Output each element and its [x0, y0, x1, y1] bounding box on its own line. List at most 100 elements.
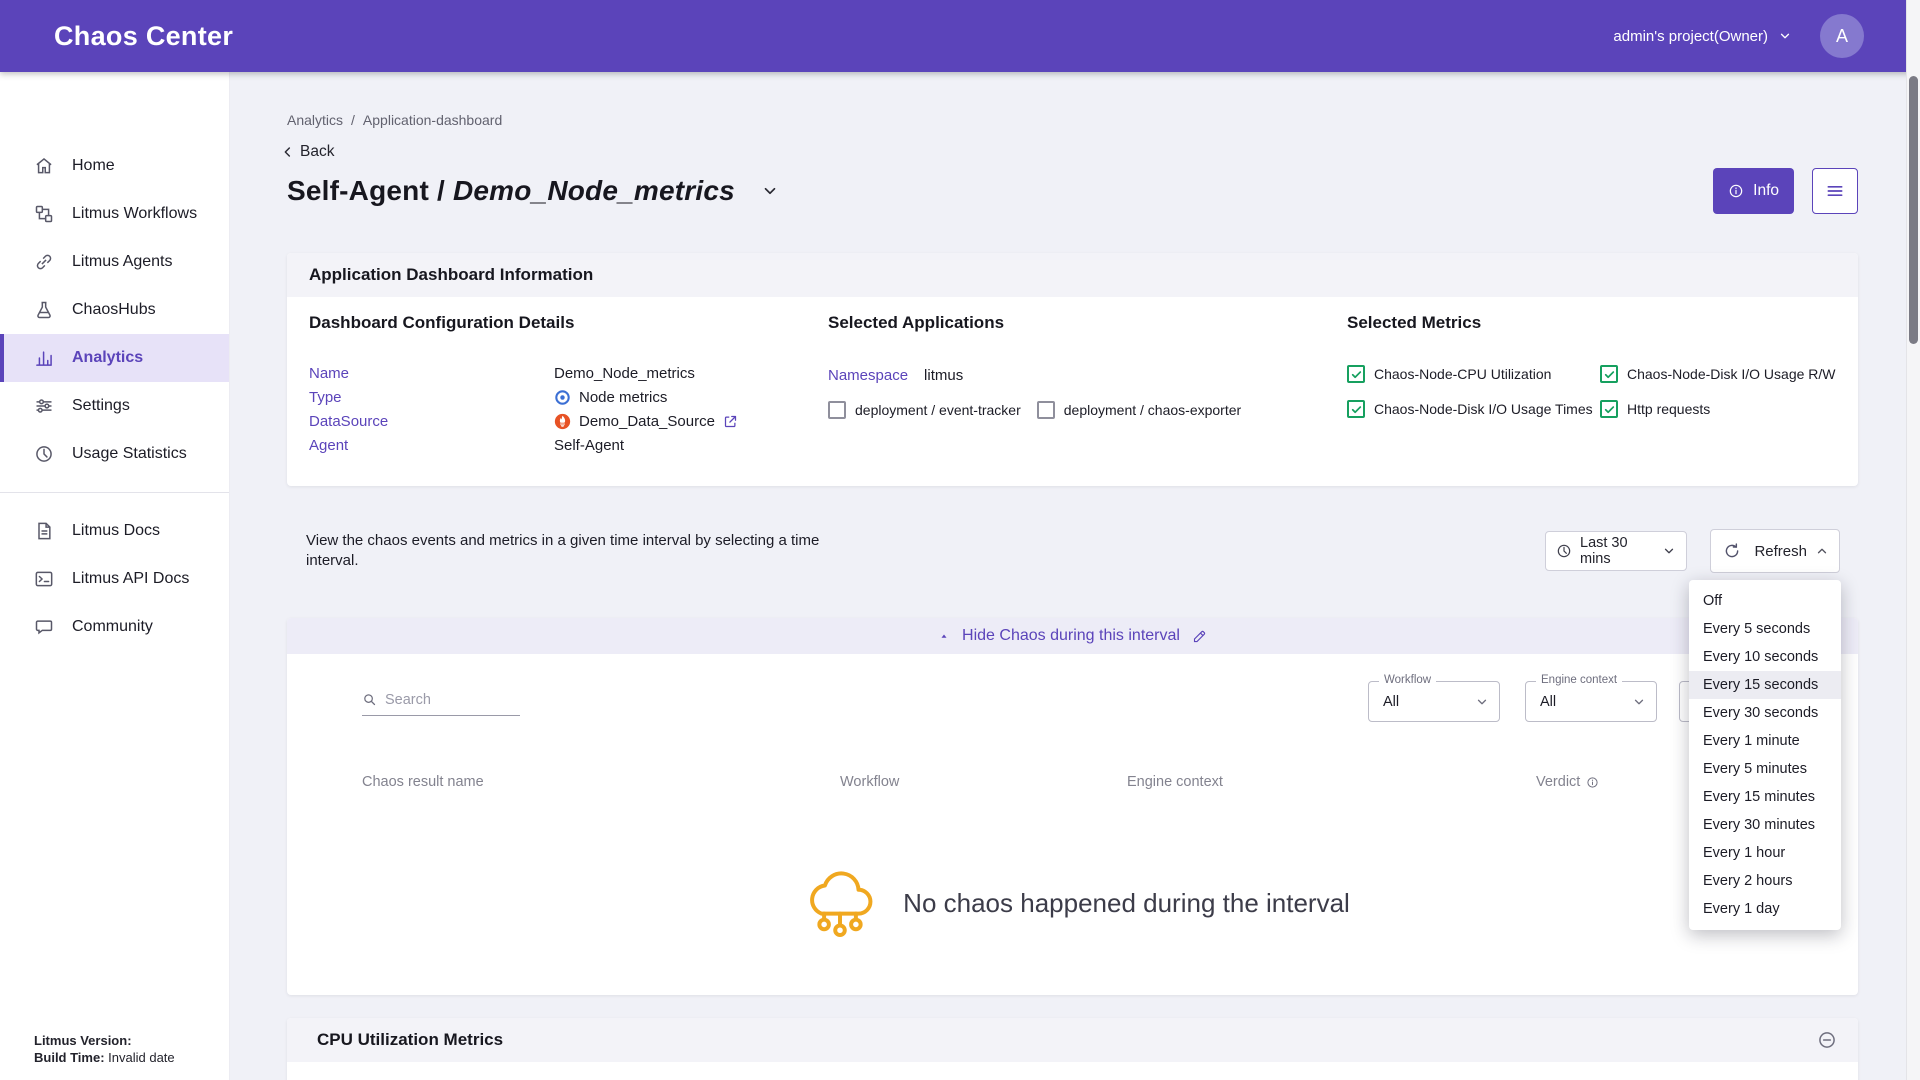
refresh-option-off[interactable]: Off [1689, 587, 1841, 615]
docs-icon [34, 521, 54, 541]
app-checkbox-deployment-event-tracker[interactable]: deployment / event-tracker [828, 401, 1021, 419]
sidebar-item-chaoshubs[interactable]: ChaosHubs [0, 286, 229, 334]
config-details-column: Dashboard Configuration Details NameDemo… [309, 313, 814, 457]
config-details-title: Dashboard Configuration Details [309, 313, 814, 333]
sidebar-item-usage-statistics[interactable]: Usage Statistics [0, 430, 229, 478]
empty-state: No chaos happened during the interval [287, 861, 1858, 945]
refresh-option-every-15-minutes[interactable]: Every 15 minutes [1689, 783, 1841, 811]
dashboard-info-section-title: Application Dashboard Information [287, 253, 1858, 297]
column-header-engine-context: Engine context [1127, 774, 1223, 790]
app-checkbox-deployment-chaos-exporter[interactable]: deployment / chaos-exporter [1037, 401, 1241, 419]
agent-name: Self-Agent / [287, 175, 453, 206]
metric-checkbox-chaos-node-disk-i-o-usage-times[interactable]: Chaos-Node-Disk I/O Usage Times [1347, 400, 1600, 418]
refresh-option-every-30-seconds[interactable]: Every 30 seconds [1689, 699, 1841, 727]
checkbox-label: Chaos-Node-Disk I/O Usage R/W [1627, 366, 1836, 382]
chevron-up-icon [1815, 544, 1829, 558]
sidebar-footer-line: Litmus Version: [34, 1032, 175, 1049]
filter-select-workflow[interactable]: WorkflowAll [1368, 681, 1500, 722]
metric-checkbox-chaos-node-cpu-utilization[interactable]: Chaos-Node-CPU Utilization [1347, 365, 1600, 383]
filter-select-engine-context[interactable]: Engine contextAll [1525, 681, 1657, 722]
scrollbar-thumb[interactable] [1909, 76, 1918, 344]
checkbox-checked[interactable] [1600, 365, 1618, 383]
dashboard-options-button[interactable] [1812, 168, 1858, 214]
config-value: Demo_Data_Source [554, 413, 738, 430]
interval-toolbar: View the chaos events and metrics in a g… [287, 518, 1858, 584]
project-selector[interactable]: admin's project(Owner) [1613, 28, 1792, 45]
metric-checkbox-chaos-node-disk-i-o-usage-r-w[interactable]: Chaos-Node-Disk I/O Usage R/W [1600, 365, 1858, 383]
refresh-now-button[interactable] [1711, 530, 1752, 572]
refresh-option-every-15-seconds[interactable]: Every 15 seconds [1689, 671, 1841, 699]
selected-metrics-title: Selected Metrics [1347, 313, 1858, 333]
time-range-select[interactable]: Last 30 mins [1545, 531, 1687, 571]
chaos-table-card: Hide Chaos during this interval Workflow… [287, 618, 1858, 995]
refresh-option-every-1-day[interactable]: Every 1 day [1689, 895, 1841, 923]
sidebar-item-label: Litmus Agents [72, 253, 173, 271]
filter-label: Workflow [1379, 674, 1436, 686]
checkbox-checked[interactable] [1600, 400, 1618, 418]
sidebar-item-community[interactable]: Community [0, 603, 229, 651]
sidebar-item-analytics[interactable]: Analytics [0, 334, 229, 382]
refresh-option-every-1-hour[interactable]: Every 1 hour [1689, 839, 1841, 867]
chevron-down-icon [1778, 29, 1792, 43]
chevron-down-icon [1475, 695, 1489, 709]
checkbox-unchecked[interactable] [828, 401, 846, 419]
config-row-datasource: DataSourceDemo_Data_Source [309, 409, 814, 433]
sidebar-footer: Litmus Version:Build Time: Invalid date [34, 1032, 175, 1066]
config-value: Demo_Node_metrics [554, 365, 695, 382]
info-button[interactable]: Info [1713, 168, 1794, 214]
sidebar-item-litmus-workflows[interactable]: Litmus Workflows [0, 190, 229, 238]
filter-value: All [1383, 694, 1399, 710]
dashboard-name: Demo_Node_metrics [453, 175, 735, 206]
namespace-label: Namespace [828, 367, 908, 384]
refresh-rate-dropdown[interactable]: Refresh [1752, 530, 1839, 572]
refresh-option-every-5-minutes[interactable]: Every 5 minutes [1689, 755, 1841, 783]
refresh-label: Refresh [1754, 543, 1807, 560]
community-icon [34, 617, 54, 637]
sidebar-item-litmus-agents[interactable]: Litmus Agents [0, 238, 229, 286]
info-icon [1728, 183, 1744, 199]
external-link-icon[interactable] [723, 414, 738, 429]
page-scrollbar[interactable] [1906, 0, 1920, 1080]
refresh-option-every-1-minute[interactable]: Every 1 minute [1689, 727, 1841, 755]
sidebar-item-settings[interactable]: Settings [0, 382, 229, 430]
refresh-option-every-30-minutes[interactable]: Every 30 minutes [1689, 811, 1841, 839]
app-title: Chaos Center [54, 21, 233, 52]
hide-chaos-toggle[interactable]: Hide Chaos during this interval [287, 618, 1858, 654]
sidebar-item-litmus-docs[interactable]: Litmus Docs [0, 507, 229, 555]
sidebar-item-home[interactable]: Home [0, 142, 229, 190]
refresh-option-every-5-seconds[interactable]: Every 5 seconds [1689, 615, 1841, 643]
checkbox-unchecked[interactable] [1037, 401, 1055, 419]
sidebar-item-label: Litmus API Docs [72, 570, 189, 588]
app-header: Chaos Center admin's project(Owner) A [0, 0, 1920, 72]
config-label: Type [309, 389, 554, 406]
refresh-control-group: Refresh [1710, 529, 1840, 573]
checkbox-checked[interactable] [1347, 400, 1365, 418]
checkbox-label: Chaos-Node-CPU Utilization [1374, 366, 1551, 382]
info-icon [1586, 776, 1599, 789]
metric-checkbox-http-requests[interactable]: Http requests [1600, 400, 1858, 418]
caret-up-icon [938, 630, 950, 642]
sidebar-secondary-nav: Litmus Docs Litmus API Docs Community [0, 507, 229, 651]
back-link[interactable]: Back [280, 143, 334, 161]
dashboard-title-dropdown[interactable]: Self-Agent / Demo_Node_metrics [287, 175, 779, 207]
config-row-agent: AgentSelf-Agent [309, 433, 814, 457]
agents-icon [34, 252, 54, 272]
checkbox-label: Http requests [1627, 401, 1710, 417]
breadcrumb-separator: / [351, 112, 355, 128]
refresh-option-every-2-hours[interactable]: Every 2 hours [1689, 867, 1841, 895]
info-button-label: Info [1753, 182, 1779, 200]
hamburger-icon [1825, 181, 1845, 201]
filter-label: Engine context [1536, 674, 1622, 686]
search-input[interactable] [385, 692, 507, 708]
edit-pencil-icon[interactable] [1192, 629, 1207, 644]
chevron-down-icon[interactable] [761, 182, 779, 200]
breadcrumb-item-analytics[interactable]: Analytics [287, 112, 343, 128]
refresh-option-every-10-seconds[interactable]: Every 10 seconds [1689, 643, 1841, 671]
sidebar-item-litmus-api-docs[interactable]: Litmus API Docs [0, 555, 229, 603]
sidebar-item-label: Litmus Workflows [72, 205, 197, 223]
breadcrumb: Analytics/Application-dashboard [287, 112, 502, 128]
checkbox-checked[interactable] [1347, 365, 1365, 383]
collapse-minus-icon[interactable] [1817, 1030, 1837, 1050]
avatar[interactable]: A [1820, 14, 1864, 58]
dashboard-info-card: Application Dashboard Information Dashbo… [287, 253, 1858, 486]
